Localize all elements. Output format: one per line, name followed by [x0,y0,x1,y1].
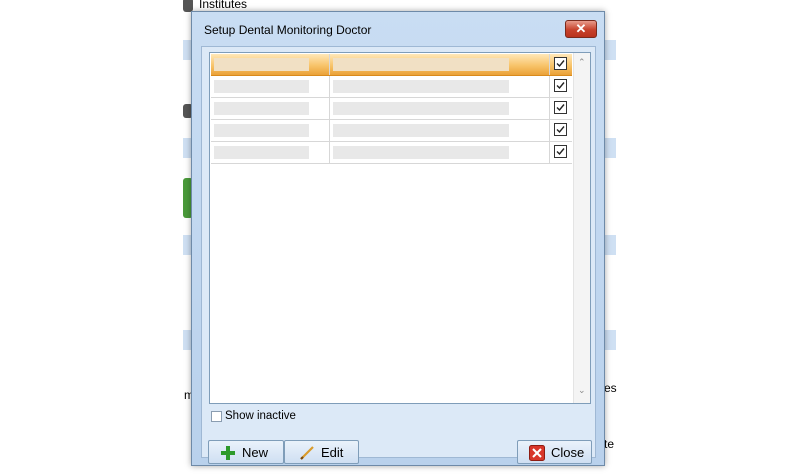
redacted-text [333,146,509,159]
checkmark-icon [556,148,565,156]
setup-dental-monitoring-doctor-dialog: Setup Dental Monitoring Doctor ✕ ⌃ ⌄ Sho… [191,11,605,466]
redacted-text [333,124,509,137]
redacted-text [214,80,309,93]
doctor-code-cell[interactable] [211,76,330,97]
doctor-code-cell[interactable] [211,120,330,141]
scroll-up-icon[interactable]: ⌃ [578,57,586,68]
plus-icon [221,446,235,460]
active-checkbox[interactable] [554,123,567,136]
doctor-name-cell[interactable] [330,120,550,141]
redacted-text [333,102,509,115]
table-row[interactable] [211,120,572,142]
table-row[interactable] [211,76,572,98]
active-cell[interactable] [550,98,572,119]
checkmark-icon [556,126,565,134]
dialog-title: Setup Dental Monitoring Doctor [204,23,372,37]
doctor-name-cell[interactable] [330,76,550,97]
vertical-scrollbar[interactable]: ⌃ ⌄ [573,53,590,403]
doctor-code-cell[interactable] [211,54,330,75]
doctor-name-cell[interactable] [330,54,550,75]
doctor-code-cell[interactable] [211,142,330,163]
redacted-text [333,80,509,93]
checkmark-icon [556,60,565,68]
show-inactive-label: Show inactive [225,410,296,422]
checkmark-icon [556,82,565,90]
edit-button[interactable]: Edit [284,440,359,464]
pencil-icon [300,446,314,460]
close-button[interactable]: Close [517,440,592,464]
doctor-name-cell[interactable] [330,98,550,119]
redacted-text [214,146,309,159]
checkmark-icon [556,104,565,112]
active-checkbox[interactable] [554,145,567,158]
window-close-button[interactable]: ✕ [565,20,597,38]
active-cell[interactable] [550,120,572,141]
table-row[interactable] [211,142,572,164]
table-row[interactable] [211,98,572,120]
background-fragment: te [604,437,615,451]
table-row[interactable] [211,54,572,76]
doctor-code-cell[interactable] [211,98,330,119]
active-cell[interactable] [550,54,572,75]
active-checkbox[interactable] [554,79,567,92]
redacted-text [214,102,309,115]
background-fragment: es [604,381,617,395]
active-checkbox[interactable] [554,57,567,70]
new-button-label: New [242,445,269,460]
title-bar[interactable]: Setup Dental Monitoring Doctor ✕ [192,12,604,46]
dialog-body: ⌃ ⌄ Show inactive New Edit Close [201,46,596,464]
edit-button-label: Edit [321,445,344,460]
redacted-text [214,124,309,137]
active-cell[interactable] [550,76,572,97]
active-cell[interactable] [550,142,572,163]
close-button-label: Close [551,445,585,460]
redacted-text [214,58,309,71]
new-button[interactable]: New [208,440,284,464]
active-checkbox[interactable] [554,101,567,114]
show-inactive-checkbox[interactable] [211,411,222,422]
background-institutes-label: Institutes [199,0,248,11]
doctor-grid[interactable]: ⌃ ⌄ [209,52,591,404]
redacted-text [333,58,509,71]
doctor-name-cell[interactable] [330,142,550,163]
close-icon [529,445,545,461]
scroll-down-icon[interactable]: ⌄ [578,385,586,396]
